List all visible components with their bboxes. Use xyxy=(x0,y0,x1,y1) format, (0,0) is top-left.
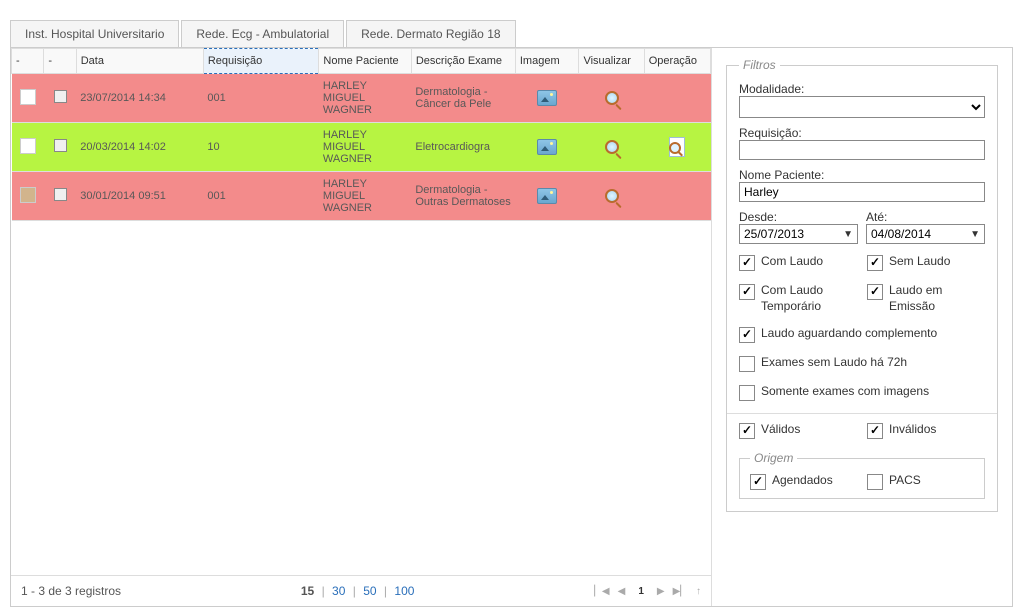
check-validos-label: Válidos xyxy=(761,422,800,438)
row-color-swatch xyxy=(20,187,36,203)
check-agendados-label: Agendados xyxy=(772,473,833,489)
pager-status: 1 - 3 de 3 registros xyxy=(21,584,121,598)
col-header-descricao[interactable]: Descrição Exame xyxy=(411,49,515,74)
desde-input[interactable] xyxy=(740,225,839,243)
nome-paciente-input[interactable] xyxy=(739,182,985,202)
check-laudo-aguardando-label: Laudo aguardando complemento xyxy=(761,326,937,342)
pager-size-30[interactable]: 30 xyxy=(332,584,345,598)
check-agendados[interactable] xyxy=(750,474,766,490)
col-header-requisicao[interactable]: Requisição xyxy=(203,49,319,74)
image-icon[interactable] xyxy=(537,139,557,155)
pager-next-icon[interactable]: ▶ xyxy=(657,586,665,597)
table-row[interactable]: 23/07/2014 14:34001HARLEY MIGUEL WAGNERD… xyxy=(12,74,711,123)
nome-label: Nome Paciente: xyxy=(739,168,985,182)
cell-requisicao: 10 xyxy=(203,123,319,172)
col-header-nome[interactable]: Nome Paciente xyxy=(319,49,411,74)
row-checkbox[interactable] xyxy=(54,139,67,152)
pager: 1 - 3 de 3 registros 15 | 30 | 50 | 100 … xyxy=(11,575,711,606)
ate-caret-icon[interactable]: ▼ xyxy=(966,229,984,240)
cell-descricao: Eletrocardiogra xyxy=(411,123,515,172)
pager-refresh-icon[interactable]: ↑ xyxy=(696,586,701,597)
modalidade-select[interactable] xyxy=(739,96,985,118)
check-com-laudo-temp[interactable] xyxy=(739,284,755,300)
check-sem-laudo[interactable] xyxy=(867,255,883,271)
pager-size-100[interactable]: 100 xyxy=(394,584,414,598)
check-laudo-aguardando[interactable] xyxy=(739,327,755,343)
tabs: Inst. Hospital Universitario Rede. Ecg -… xyxy=(10,20,1013,47)
col-header-imagem[interactable]: Imagem xyxy=(515,49,579,74)
table-row[interactable]: 30/01/2014 09:51001HARLEY MIGUEL WAGNERD… xyxy=(12,172,711,221)
filters-legend: Filtros xyxy=(739,58,780,72)
cell-nome: HARLEY MIGUEL WAGNER xyxy=(319,74,411,123)
check-exames-72h-label: Exames sem Laudo há 72h xyxy=(761,355,907,371)
results-table: - - Data Requisição Nome Paciente Descri… xyxy=(11,48,711,221)
row-color-swatch xyxy=(20,89,36,105)
desde-caret-icon[interactable]: ▼ xyxy=(839,229,857,240)
cell-data: 20/03/2014 14:02 xyxy=(76,123,203,172)
image-icon[interactable] xyxy=(537,90,557,106)
cell-nome: HARLEY MIGUEL WAGNER xyxy=(319,172,411,221)
cell-nome: HARLEY MIGUEL WAGNER xyxy=(319,123,411,172)
table-row[interactable]: 20/03/2014 14:0210HARLEY MIGUEL WAGNEREl… xyxy=(12,123,711,172)
check-invalidos-label: Inválidos xyxy=(889,422,936,438)
row-checkbox[interactable] xyxy=(54,188,67,201)
cell-data: 23/07/2014 14:34 xyxy=(76,74,203,123)
check-pacs[interactable] xyxy=(867,474,883,490)
ate-label: Até: xyxy=(866,210,985,224)
cell-descricao: Dermatologia - Outras Dermatoses xyxy=(411,172,515,221)
results-panel: - - Data Requisição Nome Paciente Descri… xyxy=(11,48,712,606)
magnifier-icon[interactable] xyxy=(605,140,619,154)
document-search-icon[interactable] xyxy=(669,137,685,157)
col-header-data[interactable]: Data xyxy=(76,49,203,74)
requisicao-input[interactable] xyxy=(739,140,985,160)
magnifier-icon[interactable] xyxy=(605,189,619,203)
check-somente-imagens-label: Somente exames com imagens xyxy=(761,384,929,400)
check-com-laudo-temp-label: Com Laudo Temporário xyxy=(761,283,857,314)
col-header-visualizar[interactable]: Visualizar xyxy=(579,49,644,74)
check-com-laudo-label: Com Laudo xyxy=(761,254,823,270)
check-invalidos[interactable] xyxy=(867,423,883,439)
check-exames-72h[interactable] xyxy=(739,356,755,372)
pager-first-icon[interactable]: ▏◀ xyxy=(594,586,609,597)
pager-nav: ▏◀ ◀ 1 ▶ ▶▏ ↑ xyxy=(594,585,701,598)
filters-panel: Filtros Modalidade: Requisição: Nome Pac… xyxy=(712,48,1012,606)
pager-last-icon[interactable]: ▶▏ xyxy=(673,586,688,597)
cell-requisicao: 001 xyxy=(203,74,319,123)
modalidade-label: Modalidade: xyxy=(739,82,985,96)
tab-inst-hospital[interactable]: Inst. Hospital Universitario xyxy=(10,20,179,47)
origem-legend: Origem xyxy=(750,451,797,465)
check-sem-laudo-label: Sem Laudo xyxy=(889,254,950,270)
pager-prev-icon[interactable]: ◀ xyxy=(618,586,626,597)
cell-requisicao: 001 xyxy=(203,172,319,221)
row-checkbox[interactable] xyxy=(54,90,67,103)
tab-rede-ecg[interactable]: Rede. Ecg - Ambulatorial xyxy=(181,20,344,47)
check-laudo-emissao[interactable] xyxy=(867,284,883,300)
cell-descricao: Dermatologia - Câncer da Pele xyxy=(411,74,515,123)
requisicao-label: Requisição: xyxy=(739,126,985,140)
row-color-swatch xyxy=(20,138,36,154)
col-header-operacao[interactable]: Operação xyxy=(644,49,710,74)
magnifier-icon[interactable] xyxy=(605,91,619,105)
table-header-row: - - Data Requisição Nome Paciente Descri… xyxy=(12,49,711,74)
desde-label: Desde: xyxy=(739,210,858,224)
pager-page-number: 1 xyxy=(633,585,649,598)
check-validos[interactable] xyxy=(739,423,755,439)
check-somente-imagens[interactable] xyxy=(739,385,755,401)
col-header-mark[interactable]: - xyxy=(12,49,44,74)
pager-size-50[interactable]: 50 xyxy=(363,584,376,598)
col-header-check[interactable]: - xyxy=(44,49,76,74)
check-pacs-label: PACS xyxy=(889,473,921,489)
ate-input[interactable] xyxy=(867,225,966,243)
pager-size-options: 15 | 30 | 50 | 100 xyxy=(301,584,415,598)
tab-rede-dermato[interactable]: Rede. Dermato Região 18 xyxy=(346,20,515,47)
pager-size-15[interactable]: 15 xyxy=(301,584,314,598)
check-com-laudo[interactable] xyxy=(739,255,755,271)
image-icon[interactable] xyxy=(537,188,557,204)
check-laudo-emissao-label: Laudo em Emissão xyxy=(889,283,985,314)
cell-data: 30/01/2014 09:51 xyxy=(76,172,203,221)
